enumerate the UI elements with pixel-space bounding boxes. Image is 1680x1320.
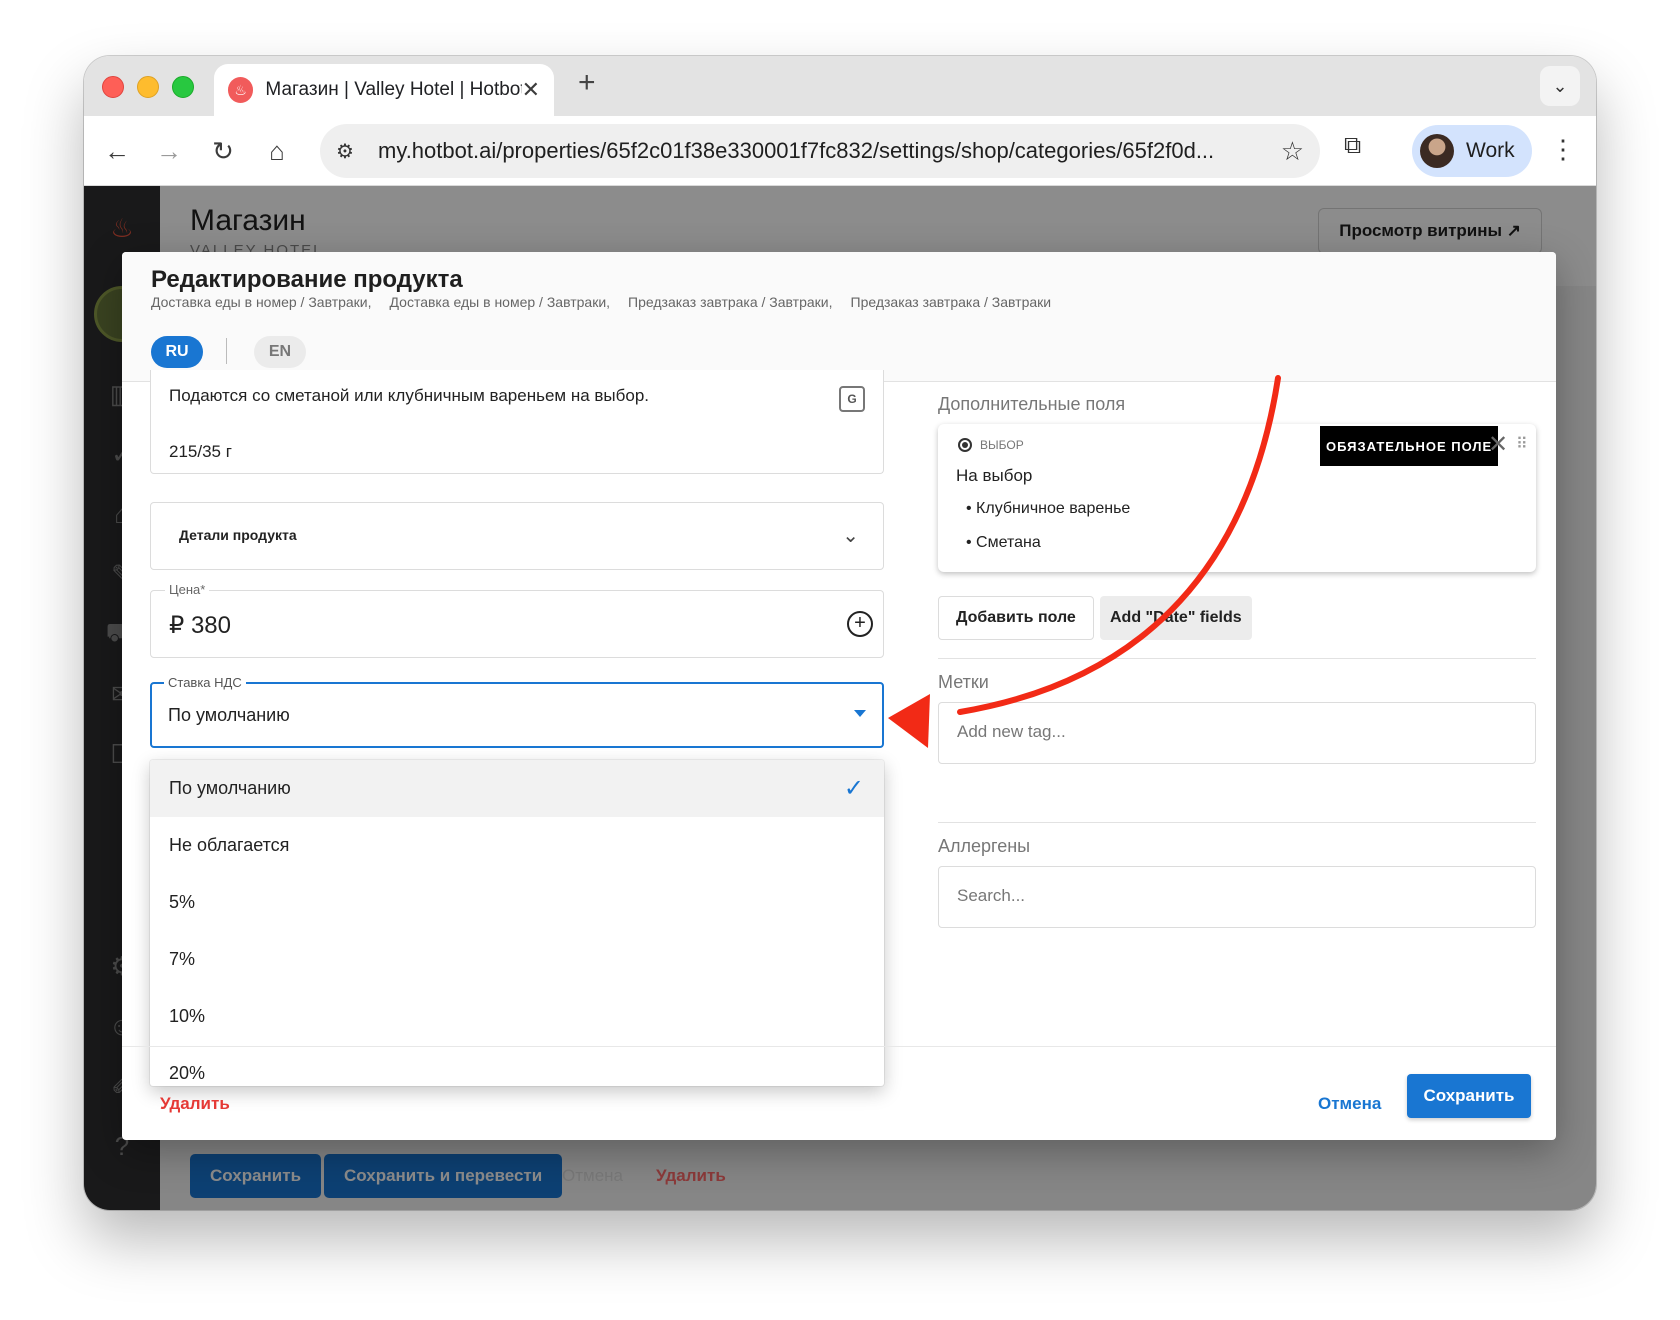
address-bar[interactable]: ⚙ my.hotbot.ai/properties/65f2c01f38e330… xyxy=(320,124,1320,178)
vat-rate-select[interactable]: Ставка НДС По умолчанию xyxy=(150,675,884,748)
vat-rate-label: Ставка НДС xyxy=(164,675,246,690)
allergens-label: Аллергены xyxy=(938,836,1031,856)
extensions-puzzle-icon[interactable]: ⧉ xyxy=(1344,132,1361,160)
minimize-window-button[interactable] xyxy=(137,76,159,98)
required-field-badge[interactable]: ОБЯЗАТЕЛЬНОЕ ПОЛЕ xyxy=(1320,426,1499,466)
breadcrumb-item: Предзаказ завтрака / Завтраки xyxy=(850,294,1052,310)
add-date-fields-button[interactable]: Add "Date" fields xyxy=(1100,596,1252,640)
language-divider xyxy=(226,338,227,364)
language-tab-ru[interactable]: RU xyxy=(151,336,203,368)
browser-window: ♨ Магазин | Valley Hotel | Hotbot ✕ + ⌄ … xyxy=(84,56,1596,1210)
product-details-label: Детали продукта xyxy=(179,527,297,543)
checkmark-icon: ✓ xyxy=(843,775,864,802)
choice-type-label: ВЫБОР xyxy=(980,438,1024,452)
breadcrumb-item: Предзаказ завтрака / Завтраки, xyxy=(628,294,833,310)
price-field[interactable]: Цена* ₽ 380 + xyxy=(150,582,884,658)
choice-field-card[interactable]: ВЫБОР На выбор • Клубничное варенье • См… xyxy=(938,424,1536,572)
vat-option[interactable]: 10% xyxy=(150,988,884,1045)
vat-rate-value: По умолчанию xyxy=(168,705,290,725)
close-window-button[interactable] xyxy=(102,76,124,98)
product-details-accordion[interactable]: Детали продукта ⌄ xyxy=(150,502,884,570)
choice-type: ВЫБОР xyxy=(958,438,1024,452)
vat-option-label: 20% xyxy=(169,1063,206,1083)
extra-fields-label: Дополнительные поля xyxy=(938,394,1126,414)
translate-icon[interactable]: G xyxy=(839,386,865,412)
app-content: ♨ ▥ ✓ ⌂ ✎ ⛟ ✉ ☐ ⚙ ☺ ✐ ? Магазин VALLEY H… xyxy=(84,186,1596,1210)
edit-product-modal: Редактирование продукта Доставка еды в н… xyxy=(122,252,1556,1140)
tab-close-icon[interactable]: ✕ xyxy=(522,77,540,103)
url-text: my.hotbot.ai/properties/65f2c01f38e33000… xyxy=(378,138,1215,163)
save-button[interactable]: Сохранить xyxy=(1407,1074,1531,1118)
vat-option[interactable]: Не облагается xyxy=(150,817,884,874)
breadcrumb-item: Доставка еды в номер / Завтраки, xyxy=(389,294,611,310)
chevron-down-icon: ⌄ xyxy=(842,525,859,547)
new-tab-icon[interactable]: + xyxy=(578,66,596,100)
reload-icon[interactable]: ↻ xyxy=(204,132,242,170)
vat-option[interactable]: 5% xyxy=(150,874,884,931)
title-bar: ♨ Магазин | Valley Hotel | Hotbot ✕ + ⌄ xyxy=(84,56,1596,116)
add-field-button[interactable]: Добавить поле xyxy=(938,596,1094,640)
vat-rate-dropdown: По умолчанию ✓ Не облагается 5% 7% 10% 2… xyxy=(150,760,884,1086)
allergens-search-input[interactable]: Search... xyxy=(938,866,1536,928)
tags-input[interactable]: Add new tag... xyxy=(938,702,1536,764)
price-label: Цена* xyxy=(165,582,210,597)
language-tab-en[interactable]: EN xyxy=(254,336,306,368)
choice-option: • Сметана xyxy=(966,534,1041,551)
browser-toolbar: ← → ↻ ⌂ ⚙ my.hotbot.ai/properties/65f2c0… xyxy=(84,116,1596,186)
profile-name: Work xyxy=(1466,139,1515,162)
vat-option-label: 10% xyxy=(169,1006,206,1026)
site-settings-icon[interactable]: ⚙ xyxy=(336,139,364,164)
section-divider xyxy=(938,658,1536,659)
modal-header: Редактирование продукта Доставка еды в н… xyxy=(122,252,1556,382)
category-breadcrumbs: Доставка еды в номер / Завтраки, Доставк… xyxy=(151,294,1069,310)
vat-option-label: 7% xyxy=(169,949,196,969)
choice-option: • Клубничное варенье xyxy=(966,500,1131,517)
tags-label: Метки xyxy=(938,672,989,692)
home-icon[interactable]: ⌂ xyxy=(258,132,296,170)
vat-option[interactable]: 20% xyxy=(150,1045,884,1086)
close-icon[interactable]: ✕ xyxy=(1488,430,1508,459)
price-value: ₽ 380 xyxy=(169,612,231,639)
vat-option-label: Не облагается xyxy=(169,835,290,855)
browser-tab[interactable]: ♨ Магазин | Valley Hotel | Hotbot ✕ xyxy=(214,64,554,116)
hotbot-favicon-icon: ♨ xyxy=(228,77,254,103)
description-text: Подаются со сметаной или клубничным варе… xyxy=(169,386,650,405)
browser-menu-icon[interactable]: ⋮ xyxy=(1550,134,1576,165)
tab-search-chevron-icon[interactable]: ⌄ xyxy=(1540,66,1580,106)
modal-footer-divider xyxy=(122,1046,1556,1047)
drag-handle-icon[interactable]: ⠿ xyxy=(1516,434,1528,454)
vat-option-label: По умолчанию xyxy=(169,778,291,798)
vat-option-label: 5% xyxy=(169,892,196,912)
caret-down-icon xyxy=(854,710,866,717)
back-arrow-icon[interactable]: ← xyxy=(98,132,136,170)
vat-option[interactable]: По умолчанию ✓ xyxy=(150,760,884,817)
vat-option[interactable]: 7% xyxy=(150,931,884,988)
bookmark-star-icon[interactable]: ☆ xyxy=(1281,136,1304,167)
profile-avatar xyxy=(1420,134,1454,168)
section-divider xyxy=(938,822,1536,823)
maximize-window-button[interactable] xyxy=(172,76,194,98)
description-weight: 215/35 г xyxy=(169,442,232,461)
forward-arrow-icon[interactable]: → xyxy=(150,132,188,170)
cancel-button[interactable]: Отмена xyxy=(1318,1094,1381,1114)
modal-title: Редактирование продукта xyxy=(151,266,463,293)
add-circle-icon[interactable]: + xyxy=(847,611,873,637)
choice-title: На выбор xyxy=(956,466,1033,485)
radio-button-icon xyxy=(958,438,972,452)
description-textarea[interactable]: Подаются со сметаной или клубничным варе… xyxy=(150,370,884,474)
delete-product-link[interactable]: Удалить xyxy=(160,1094,230,1114)
profile-button[interactable]: Work xyxy=(1412,125,1532,177)
breadcrumb-item: Доставка еды в номер / Завтраки, xyxy=(151,294,372,310)
tab-title: Магазин | Valley Hotel | Hotbot xyxy=(265,79,522,100)
